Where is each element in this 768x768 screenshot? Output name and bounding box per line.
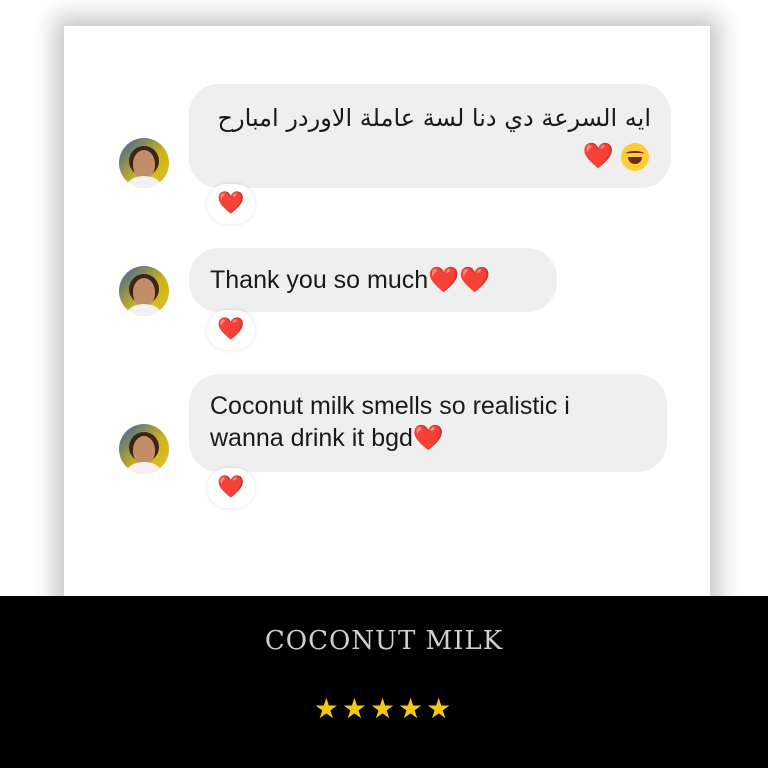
message-emoji-line: ❤️ (583, 140, 649, 172)
avatar[interactable] (119, 424, 169, 474)
product-title: COCONUT MILK (264, 626, 504, 656)
avatar-face (133, 150, 155, 178)
heart-emoji-icon: ❤️ (412, 423, 445, 452)
heart-reaction-icon: ❤️ (217, 317, 245, 342)
avatar-shirt (127, 304, 161, 316)
avatar-shirt (127, 176, 161, 188)
message-text-line-2: wanna drink it bgd (210, 424, 413, 452)
heart-emoji-icon: ❤️❤️ (428, 265, 491, 294)
message-text-line-1: Coconut milk smells so realistic i (210, 392, 570, 420)
product-footer: COCONUT MILK ★★★★★ (0, 596, 768, 768)
heart-emoji-icon: ❤️ (582, 141, 615, 170)
joy-emoji-icon (621, 143, 649, 172)
heart-reaction-icon: ❤️ (217, 475, 245, 500)
message-text-arabic: ايه السرعة دي دنا لسة عاملة الاوردر امبا… (217, 104, 651, 132)
avatar-face (133, 278, 155, 306)
message-text: Thank you so much (210, 266, 429, 294)
message-bubble-2[interactable]: Thank you so much❤️❤️ (189, 248, 557, 312)
reaction-badge-2[interactable]: ❤️ (207, 310, 255, 350)
message-bubble-1[interactable]: ايه السرعة دي دنا لسة عاملة الاوردر امبا… (189, 84, 671, 188)
reaction-badge-1[interactable]: ❤️ (207, 184, 255, 224)
avatar[interactable] (119, 266, 169, 316)
reaction-badge-3[interactable]: ❤️ (207, 468, 255, 508)
message-bubble-3[interactable]: Coconut milk smells so realistic i wanna… (189, 374, 667, 472)
heart-reaction-icon: ❤️ (217, 191, 245, 216)
star-rating: ★★★★★ (313, 692, 455, 725)
avatar[interactable] (119, 138, 169, 188)
avatar-shirt (127, 462, 161, 474)
avatar-face (133, 436, 155, 464)
